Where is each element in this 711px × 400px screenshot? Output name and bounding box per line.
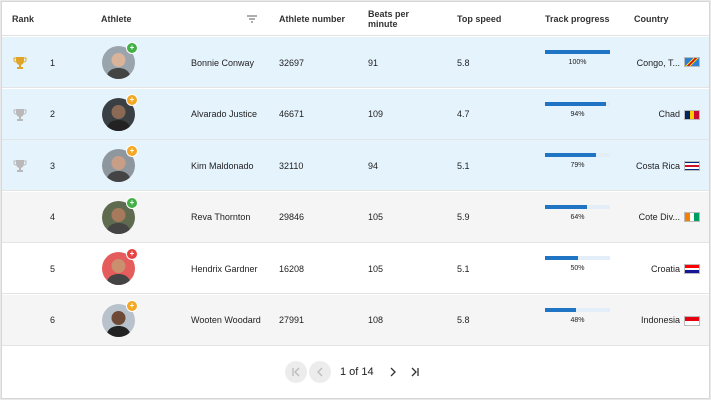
track-progress-label: 64%: [570, 213, 585, 221]
country-name: Congo, T...: [636, 57, 680, 68]
table-row[interactable]: 6 + Wooten Woodard 27991 108 5.8 48% Indonesia: [2, 294, 709, 346]
trophy-icon: [13, 108, 27, 121]
athlete-number: 46671: [279, 109, 305, 119]
top-speed-value: 5.9: [457, 212, 470, 222]
track-progress-label: 100%: [568, 59, 587, 66]
flag-icon: [684, 57, 700, 67]
country-name: Costa Rica: [635, 160, 680, 171]
top-speed-value: 5.8: [457, 315, 470, 325]
rank-value: 5: [50, 263, 56, 274]
table-row[interactable]: 3 + Kim Maldonado 32110 94 5.1 79% Costa Rica: [2, 140, 709, 191]
grid-header: Rank Athlete Athlete number Beats per mi…: [2, 2, 709, 36]
flag-icon: [684, 211, 700, 222]
chevron-left-icon: [317, 367, 323, 377]
athlete-name: Kim Maldonado: [191, 160, 254, 171]
status-badge: +: [126, 248, 138, 260]
track-progress-fill: [545, 50, 610, 54]
track-progress-fill: [545, 153, 597, 157]
top-speed-value: 5.8: [457, 57, 470, 68]
status-badge: +: [126, 42, 138, 54]
country-name: Chad: [658, 109, 680, 119]
track-progress-bar: [545, 50, 610, 54]
track-progress-bar: [545, 256, 610, 260]
flag-icon: [684, 315, 700, 326]
bpm-value: 108: [368, 315, 384, 325]
bpm-value: 91: [368, 57, 379, 68]
top-speed-value: 5.1: [457, 160, 470, 171]
top-speed-value: 4.7: [457, 109, 470, 119]
column-header-athlete[interactable]: Athlete: [101, 2, 132, 36]
athlete-number: 27991: [279, 315, 305, 325]
last-page-icon: [411, 367, 419, 377]
athletes-grid: Rank Athlete Athlete number Beats per mi…: [1, 1, 710, 399]
track-progress-bar: [545, 307, 610, 312]
athlete-number: 32697: [279, 57, 305, 68]
rank-value: 3: [50, 160, 56, 171]
column-header-athlete-number[interactable]: Athlete number: [279, 2, 345, 36]
flag-icon: [684, 109, 700, 120]
table-row[interactable]: 4 + Reva Thornton 29846 105 5.9 64% Cote Div..…: [2, 191, 709, 243]
column-header-top-speed[interactable]: Top speed: [457, 2, 501, 36]
status-badge: +: [126, 299, 138, 312]
trophy-icon: [13, 57, 27, 69]
trophy-icon: [13, 160, 27, 172]
previous-page-button[interactable]: [309, 361, 331, 383]
track-progress-bar: [545, 101, 610, 106]
top-speed-value: 5.1: [457, 263, 470, 274]
track-progress-label: 50%: [570, 265, 585, 272]
flag-icon: [684, 264, 700, 274]
rank-value: 4: [50, 212, 56, 222]
flag-icon: [684, 161, 700, 171]
column-header-track-progress[interactable]: Track progress: [545, 2, 610, 36]
athlete-name: Reva Thornton: [191, 212, 251, 222]
athlete-name: Bonnie Conway: [191, 57, 255, 68]
column-header-bpm[interactable]: Beats per minute: [368, 2, 430, 36]
rank-value: 2: [50, 109, 56, 119]
athlete-number: 29846: [279, 212, 305, 222]
track-progress-fill: [545, 256, 578, 260]
country-name: Indonesia: [640, 315, 680, 325]
column-header-rank[interactable]: Rank: [12, 2, 34, 36]
first-page-button[interactable]: [285, 361, 307, 383]
track-progress-label: 79%: [570, 162, 585, 169]
status-badge: +: [126, 93, 138, 106]
track-progress-fill: [545, 101, 607, 106]
track-progress-fill: [545, 204, 587, 209]
athlete-number: 16208: [279, 263, 305, 274]
last-page-button[interactable]: [404, 361, 426, 383]
country-name: Croatia: [650, 263, 680, 274]
chevron-right-icon: [390, 367, 396, 377]
athlete-name: Hendrix Gardner: [191, 263, 258, 274]
table-row[interactable]: 1 + Bonnie Conway 32697 91 5.8 100% Congo, T..…: [2, 37, 709, 88]
track-progress-fill: [545, 307, 577, 312]
athlete-name: Alvarado Justice: [191, 109, 258, 119]
first-page-icon: [292, 367, 300, 377]
track-progress-label: 94%: [570, 110, 585, 118]
pager: 1 of 14: [285, 360, 426, 384]
page-indicator: 1 of 14: [340, 366, 374, 378]
athlete-name: Wooten Woodard: [191, 315, 261, 325]
table-row[interactable]: 5 + Hendrix Gardner 16208 105 5.1 50% Croatia: [2, 243, 709, 294]
filter-icon[interactable]: [246, 13, 258, 25]
track-progress-bar: [545, 204, 610, 209]
track-progress-label: 48%: [570, 316, 585, 324]
status-badge: +: [126, 145, 138, 157]
athlete-number: 32110: [279, 160, 304, 171]
bpm-value: 94: [368, 160, 379, 171]
table-row[interactable]: 2 + Alvarado Justice 46671 109 4.7 94% Chad: [2, 88, 709, 140]
status-badge: +: [126, 196, 138, 209]
column-header-country[interactable]: Country: [634, 2, 669, 36]
bpm-value: 105: [368, 212, 384, 222]
track-progress-bar: [545, 153, 610, 157]
bpm-value: 105: [368, 263, 384, 274]
rank-value: 6: [50, 315, 56, 325]
next-page-button[interactable]: [382, 361, 404, 383]
rank-value: 1: [50, 57, 56, 68]
bpm-value: 109: [368, 109, 384, 119]
country-name: Cote Div...: [638, 212, 680, 222]
